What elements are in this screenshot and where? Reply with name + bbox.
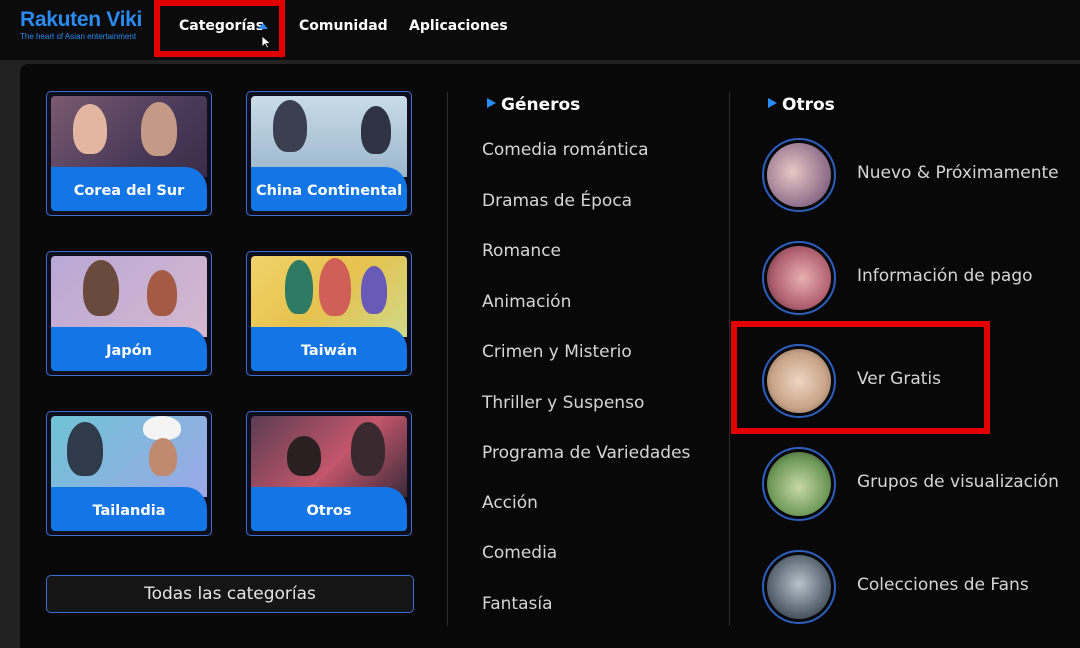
genre-link[interactable]: Romance [482, 241, 561, 261]
nav-comunidad[interactable]: Comunidad [299, 18, 388, 34]
others-heading: Otros [768, 95, 835, 115]
region-card-corea-del-sur[interactable]: Corea del Sur [46, 91, 212, 216]
region-label: Otros [306, 503, 352, 519]
genre-link[interactable]: Animación [482, 292, 571, 312]
rakuten-viki-logo[interactable]: Rakuten Viki The heart of Asian entertai… [20, 8, 142, 41]
thumbnail-image [762, 447, 836, 521]
region-label: China Continental [255, 183, 403, 199]
poster-image [251, 96, 407, 177]
other-item-grupos-de-visualizacion[interactable]: Grupos de visualización [762, 447, 1080, 523]
thumbnail-image [762, 344, 836, 418]
thumbnail-image [762, 550, 836, 624]
genre-link[interactable]: Dramas de Época [482, 191, 632, 211]
other-item-label: Grupos de visualización [857, 472, 1059, 492]
thumbnail-image [762, 138, 836, 212]
other-item-ver-gratis[interactable]: Ver Gratis [762, 344, 1080, 420]
triangle-right-icon [487, 98, 496, 108]
poster-image [251, 416, 407, 497]
other-item-label: Información de pago [857, 266, 1033, 286]
poster-image [51, 256, 207, 337]
other-item-nuevo-proximamente[interactable]: Nuevo & Próximamente [762, 138, 1080, 214]
genre-link[interactable]: Acción [482, 493, 538, 513]
mouse-cursor-icon [262, 36, 271, 49]
brand-tagline: The heart of Asian entertainment [20, 32, 137, 41]
region-label: Corea del Sur [73, 183, 185, 199]
thumbnail-image [762, 241, 836, 315]
column-divider [447, 92, 448, 626]
region-label: Japón [106, 343, 152, 359]
poster-image [251, 256, 407, 337]
genres-heading: Géneros [487, 95, 580, 115]
other-item-label: Nuevo & Próximamente [857, 163, 1059, 183]
region-label: Taiwán [300, 343, 358, 359]
triangle-right-icon [768, 98, 777, 108]
column-divider [729, 92, 730, 626]
nav-categorias[interactable]: Categorías [179, 18, 264, 34]
other-item-informacion-de-pago[interactable]: Información de pago [762, 241, 1080, 317]
genre-link[interactable]: Crimen y Misterio [482, 342, 632, 362]
genre-link[interactable]: Comedia romántica [482, 140, 649, 160]
genre-link[interactable]: Comedia [482, 543, 557, 563]
nav-aplicaciones[interactable]: Aplicaciones [409, 18, 508, 34]
genres-title: Géneros [501, 95, 581, 115]
caret-up-icon [258, 23, 268, 29]
other-item-label: Ver Gratis [857, 369, 941, 389]
other-item-label: Colecciones de Fans [857, 575, 1029, 595]
all-categories-button[interactable]: Todas las categorías [46, 575, 414, 613]
top-navigation-bar: Rakuten Viki The heart of Asian entertai… [0, 0, 1080, 60]
poster-image [51, 96, 207, 177]
genre-link[interactable]: Fantasía [482, 594, 553, 614]
other-item-colecciones-de-fans[interactable]: Colecciones de Fans [762, 550, 1080, 626]
region-card-china-continental[interactable]: China Continental [246, 91, 412, 216]
others-title: Otros [782, 95, 835, 115]
region-card-japon[interactable]: Japón [46, 251, 212, 376]
brand-name: Rakuten Viki [20, 8, 143, 31]
genre-link[interactable]: Thriller y Suspenso [482, 393, 644, 413]
region-card-tailandia[interactable]: Tailandia [46, 411, 212, 536]
genre-link[interactable]: Programa de Variedades [482, 443, 690, 463]
region-card-taiwan[interactable]: Taiwán [246, 251, 412, 376]
region-label: Tailandia [92, 503, 166, 519]
poster-image [51, 416, 207, 497]
region-card-otros[interactable]: Otros [246, 411, 412, 536]
